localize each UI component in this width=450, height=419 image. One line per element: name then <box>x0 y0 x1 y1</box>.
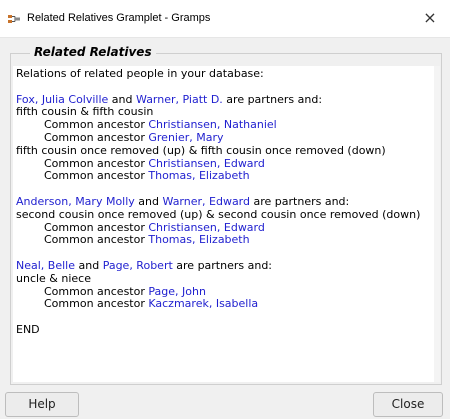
person-link[interactable]: Page, Robert <box>103 259 173 272</box>
common-ancestor-label: Common ancestor <box>44 284 149 298</box>
close-window-icon[interactable]: × <box>418 6 442 30</box>
person-link[interactable]: Fox, Julia Colville <box>16 93 108 106</box>
common-ancestor-label: Common ancestor <box>44 118 149 132</box>
title-bar: Related Relatives Gramplet - Gramps × <box>0 0 450 38</box>
common-ancestor-label: Common ancestor <box>44 220 149 234</box>
ancestor-link[interactable]: Grenier, Mary <box>148 131 223 144</box>
common-ancestor-label: Common ancestor <box>44 233 149 247</box>
common-ancestor-label: Common ancestor <box>44 297 149 311</box>
conjunction-text: and <box>134 194 163 208</box>
partner-line: Neal, Belle and Page, Robert are partner… <box>16 258 440 273</box>
common-ancestor-label: Common ancestor <box>44 130 149 144</box>
common-ancestor-line: Common ancestor Thomas, Elizabeth <box>16 233 440 247</box>
person-link[interactable]: Neal, Belle <box>16 259 75 272</box>
partner-line: Anderson, Mary Molly and Warner, Edward … <box>16 194 440 209</box>
window-title: Related Relatives Gramplet - Gramps <box>27 12 211 24</box>
common-ancestor-line: Common ancestor Kaczmarek, Isabella <box>16 297 440 311</box>
ancestor-link[interactable]: Christiansen, Edward <box>148 221 265 234</box>
ancestor-link[interactable]: Kaczmarek, Isabella <box>148 297 258 310</box>
person-link[interactable]: Anderson, Mary Molly <box>16 195 135 208</box>
partner-suffix-text: are partners and: <box>172 258 273 272</box>
person-link[interactable]: Warner, Edward <box>163 195 250 208</box>
common-ancestor-line: Common ancestor Thomas, Elizabeth <box>16 169 440 183</box>
frame-legend: Related Relatives <box>30 45 156 59</box>
report-text-view[interactable]: Relations of related people in your data… <box>13 66 440 382</box>
report-end: END <box>16 322 40 336</box>
partner-suffix-text: are partners and: <box>250 194 350 208</box>
ancestor-link[interactable]: Christiansen, Edward <box>148 157 265 170</box>
ancestor-link[interactable]: Page, John <box>148 285 206 298</box>
person-link[interactable]: Warner, Piatt D. <box>136 93 223 106</box>
partner-suffix-text: are partners and: <box>222 92 323 106</box>
help-button[interactable]: Help <box>5 392 79 417</box>
conjunction-text: and <box>74 258 103 272</box>
close-button[interactable]: Close <box>373 392 443 417</box>
common-ancestor-label: Common ancestor <box>44 156 149 170</box>
ancestor-link[interactable]: Thomas, Elizabeth <box>148 233 249 246</box>
common-ancestor-label: Common ancestor <box>44 169 149 183</box>
ancestor-link[interactable]: Thomas, Elizabeth <box>148 169 249 182</box>
ancestor-link[interactable]: Christiansen, Nathaniel <box>148 118 276 131</box>
vertical-scrollbar[interactable] <box>434 66 440 382</box>
report-intro: Relations of related people in your data… <box>16 67 264 80</box>
conjunction-text: and <box>108 92 137 106</box>
gramps-tree-icon <box>7 11 21 25</box>
common-ancestor-line: Common ancestor Grenier, Mary <box>16 130 440 145</box>
